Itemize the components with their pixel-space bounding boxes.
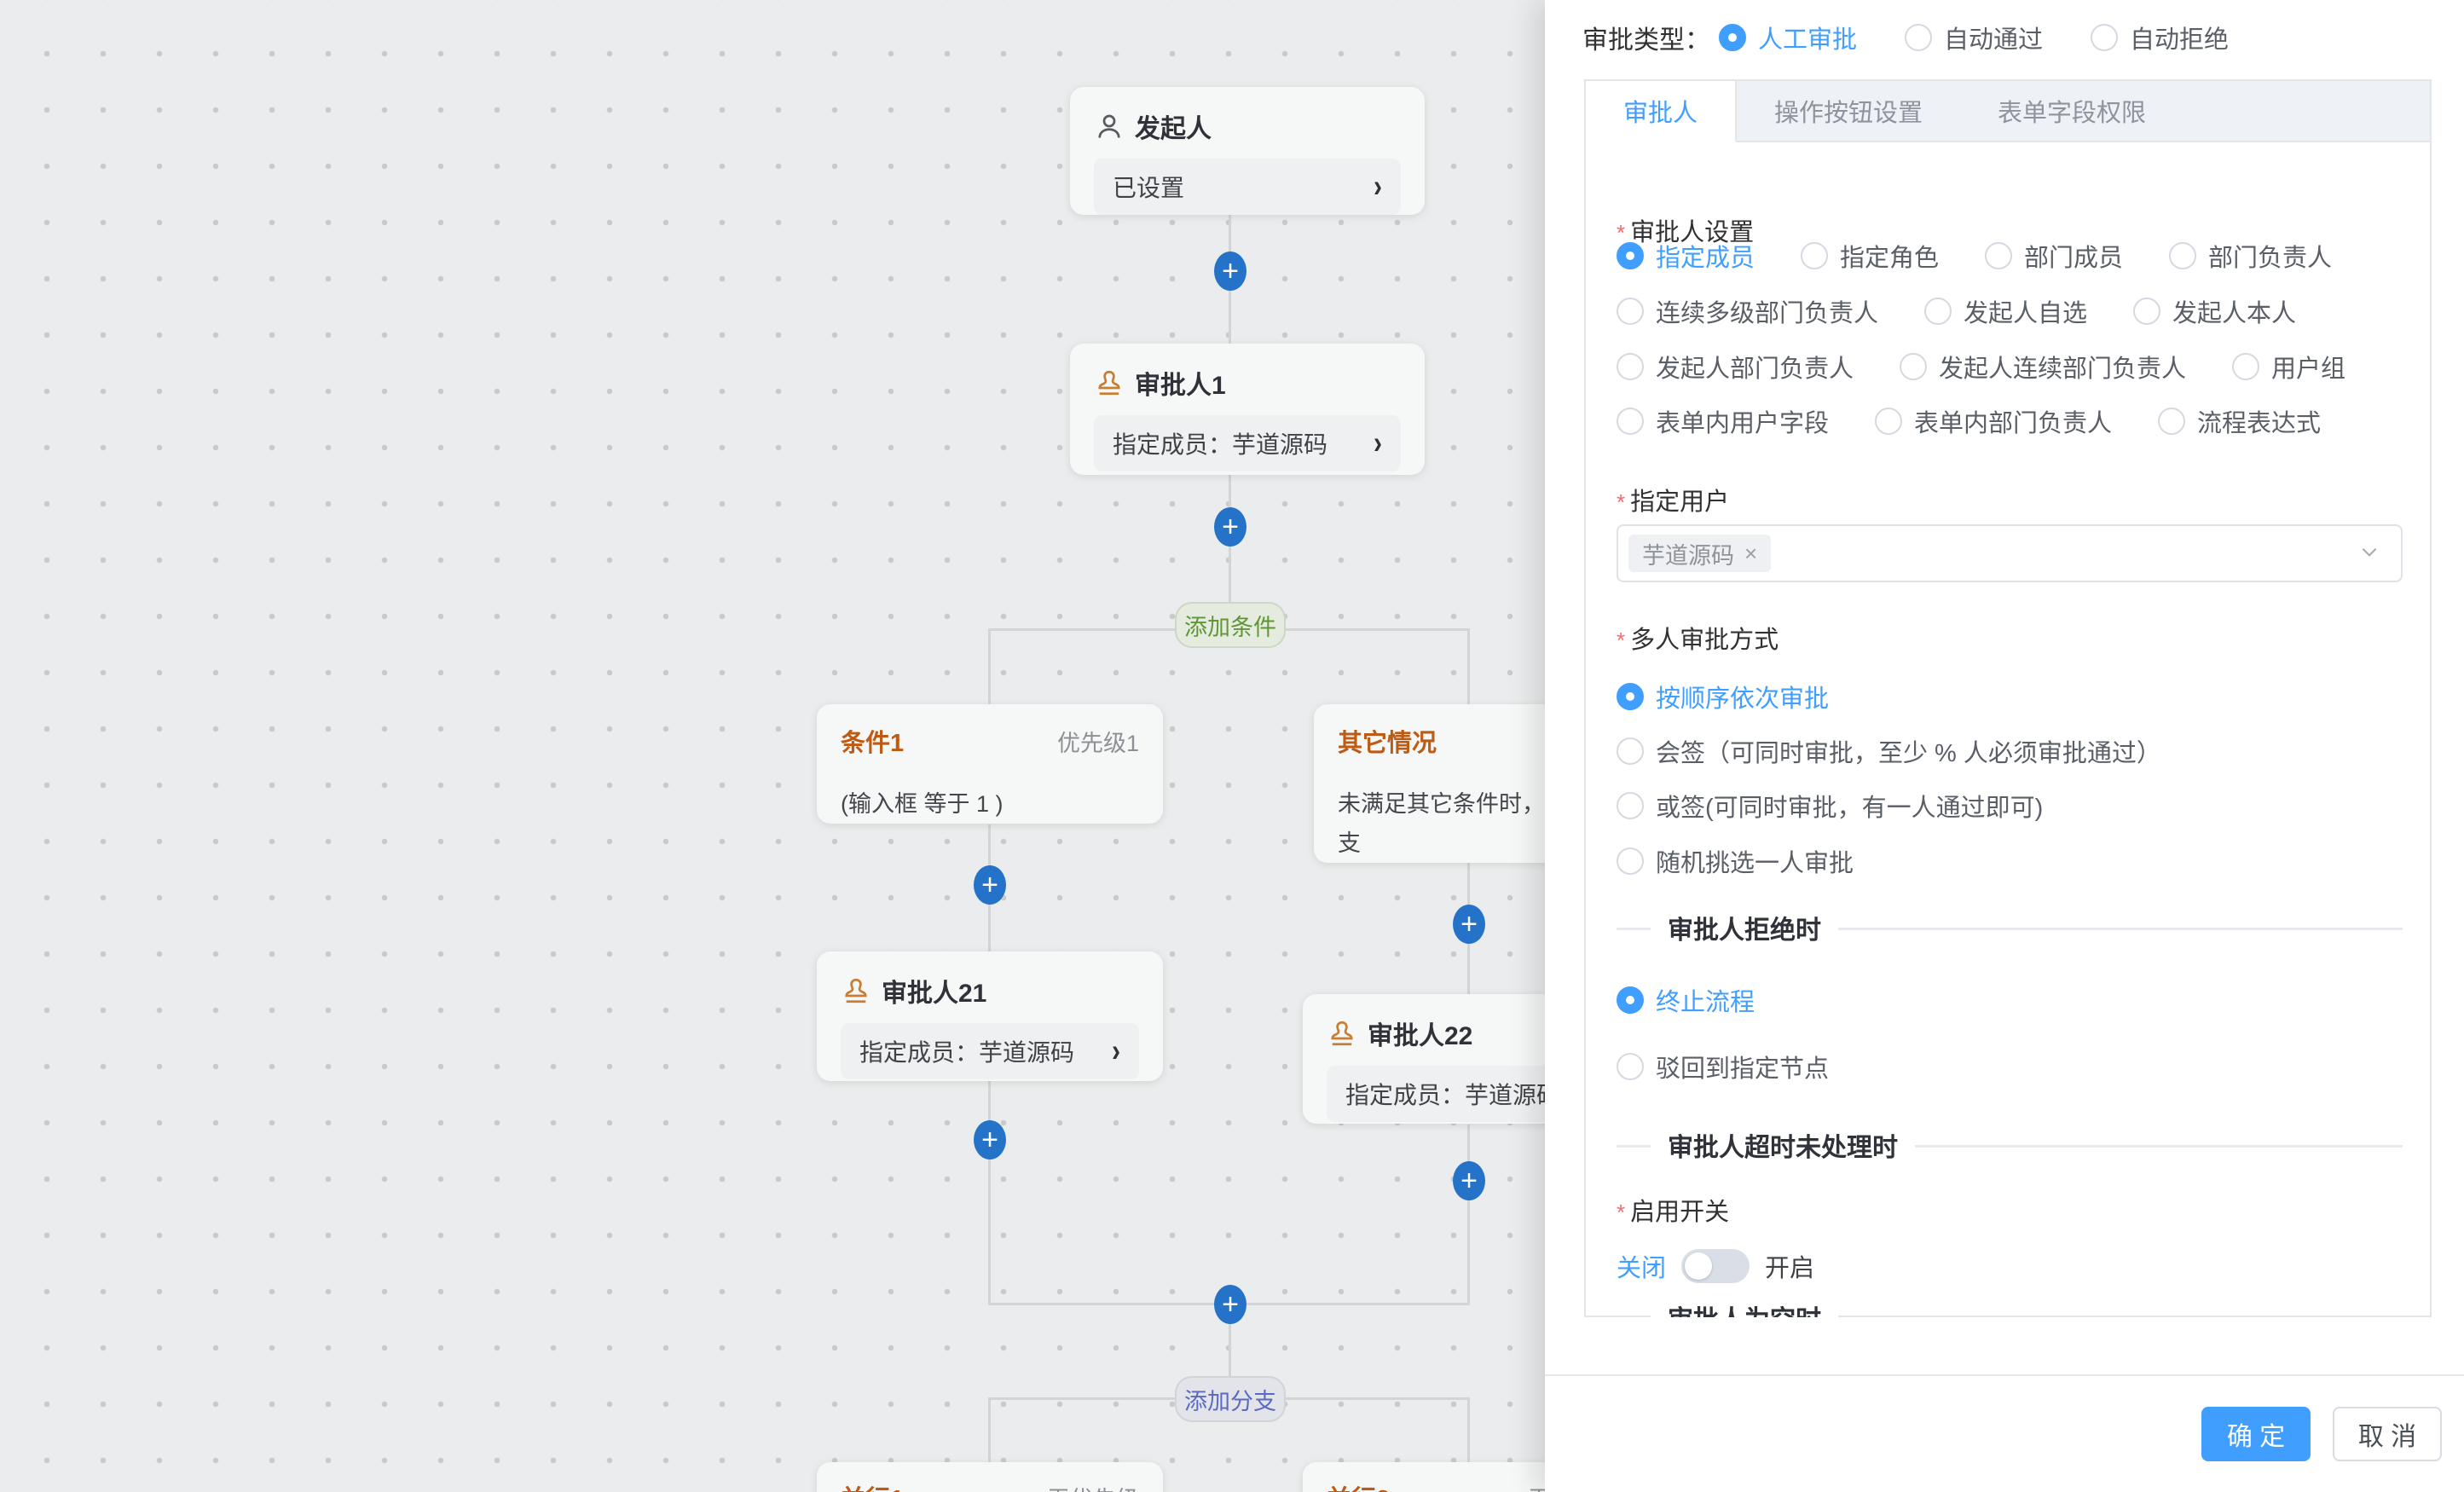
- timeout-section-divider: 审批人超时未处理时: [1617, 1145, 2403, 1148]
- parallel1-priority: 无优先级: [1047, 1481, 1139, 1492]
- user-icon: [1094, 111, 1125, 142]
- assigned-user-select[interactable]: 芋道源码 ×: [1617, 524, 2403, 582]
- multi-mode-label: *多人审批方式: [1617, 620, 1779, 656]
- condition1-expression: (输入框 等于 1 ): [841, 784, 1139, 824]
- add-node-button[interactable]: +: [1214, 1285, 1246, 1324]
- timeout-switch-row: 关闭 开启: [1617, 1248, 1814, 1284]
- chevron-right-icon: ›: [1374, 425, 1382, 462]
- cancel-button[interactable]: 取 消: [2333, 1407, 2442, 1461]
- settings-tab-card: 审批人 操作按钮设置 表单字段权限 *审批人设置 指定成员 指定角色: [1584, 79, 2432, 1317]
- switch-off-label: 关闭: [1617, 1248, 1666, 1284]
- tab-action-buttons[interactable]: 操作按钮设置: [1737, 81, 1960, 141]
- stamp-icon: [1094, 367, 1125, 398]
- connector-line: [988, 1080, 991, 1304]
- assigned-user-label: *指定用户: [1617, 482, 1729, 518]
- stamp-icon: [1327, 1018, 1357, 1049]
- approver-option-dept-leader[interactable]: 部门负责人: [2169, 238, 2332, 274]
- radio-icon[interactable]: [2091, 24, 2118, 51]
- timeout-section-title: 审批人超时未处理时: [1651, 1126, 1915, 1164]
- connector-line: [1467, 1125, 1470, 1304]
- chevron-down-icon: [2358, 541, 2380, 567]
- approver-options-row3: 发起人部门负责人 发起人连续部门负责人 用户组: [1617, 349, 2345, 385]
- add-branch-button[interactable]: 添加分支: [1175, 1376, 1286, 1422]
- connector-line: [1467, 628, 1470, 704]
- radio-icon[interactable]: [1719, 24, 1746, 51]
- user-tag: 芋道源码 ×: [1628, 535, 1771, 572]
- switch-on-label: 开启: [1765, 1248, 1814, 1284]
- approver-options-row2: 连续多级部门负责人 发起人自选 发起人本人: [1617, 293, 2296, 329]
- connector-line: [988, 628, 991, 704]
- tag-remove-icon[interactable]: ×: [1744, 541, 1757, 567]
- approver-settings-drawer: 审批类型： 人工审批 自动通过 自动拒绝 审批人 操作按钮设置 表单字段权限: [1545, 0, 2464, 1492]
- tab-form-field-permission[interactable]: 表单字段权限: [1960, 81, 2183, 141]
- condition1-priority: 优先级1: [1057, 725, 1139, 758]
- radio-icon[interactable]: [1905, 24, 1932, 51]
- tab-approver[interactable]: 审批人: [1586, 81, 1737, 142]
- connector-line: [988, 1397, 991, 1462]
- stamp-icon: [841, 975, 871, 1006]
- approver21-node-summary[interactable]: 指定成员：芋道源码 ›: [841, 1023, 1139, 1079]
- approver1-node-summary[interactable]: 指定成员：芋道源码 ›: [1094, 415, 1401, 471]
- reject-option-return-node[interactable]: 驳回到指定节点: [1617, 1049, 1829, 1084]
- chevron-right-icon: ›: [1112, 1033, 1120, 1070]
- workflow-designer: 发起人 已设置 › + 审批人1 指定成员：芋道源码 ›: [0, 0, 2464, 1492]
- approval-type-option-auto-pass[interactable]: 自动通过: [1905, 20, 2043, 55]
- approver-options-row1: 指定成员 指定角色 部门成员 部门负责人: [1617, 238, 2332, 274]
- start-node-summary[interactable]: 已设置 ›: [1094, 159, 1401, 215]
- reject-section-title: 审批人拒绝时: [1651, 909, 1838, 946]
- approver1-node-title: 审批人1: [1135, 364, 1226, 402]
- add-node-button[interactable]: +: [1214, 252, 1246, 291]
- condition-else-title: 其它情况: [1338, 723, 1437, 759]
- approval-type-option-auto-reject[interactable]: 自动拒绝: [2091, 20, 2229, 55]
- approval-type-row: 审批类型： 人工审批 自动通过 自动拒绝: [1582, 19, 2229, 56]
- condition1-node[interactable]: 条件1 优先级1 (输入框 等于 1 ): [817, 704, 1163, 824]
- approver-option-assigned-role[interactable]: 指定角色: [1801, 238, 1939, 274]
- multi-mode-option-all-sign[interactable]: 会签（可同时审批，至少 % 人必须审批通过）: [1617, 733, 2161, 769]
- approver-option-starter-dept-leader[interactable]: 发起人部门负责人: [1617, 349, 1854, 385]
- approver-option-starter-multi-dept-leader[interactable]: 发起人连续部门负责人: [1900, 349, 2186, 385]
- reject-option-terminate[interactable]: 终止流程: [1617, 982, 1755, 1018]
- add-node-button[interactable]: +: [1453, 905, 1485, 944]
- approver21-node-title: 审批人21: [882, 972, 986, 1009]
- chevron-right-icon: ›: [1374, 169, 1382, 205]
- parallel1-node[interactable]: 并行1 无优先级: [817, 1462, 1163, 1492]
- enable-switch-label: *启用开关: [1617, 1192, 1729, 1228]
- parallel2-title: 并行2: [1327, 1479, 1390, 1492]
- approver-options-row4: 表单内用户字段 表单内部门负责人 流程表达式: [1617, 403, 2321, 439]
- add-node-button[interactable]: +: [974, 865, 1006, 905]
- multi-mode-option-sequential[interactable]: 按顺序依次审批: [1617, 679, 1829, 714]
- approver-option-form-user-field[interactable]: 表单内用户字段: [1617, 403, 1829, 439]
- tab-header: 审批人 操作按钮设置 表单字段权限: [1586, 81, 2430, 142]
- approver-option-user-group[interactable]: 用户组: [2232, 349, 2345, 385]
- condition1-title: 条件1: [841, 723, 904, 759]
- approver1-node[interactable]: 审批人1 指定成员：芋道源码 ›: [1070, 344, 1425, 475]
- parallel1-title: 并行1: [841, 1479, 904, 1492]
- add-node-button[interactable]: +: [1214, 507, 1246, 546]
- approval-type-label: 审批类型：: [1582, 19, 1710, 56]
- approver-option-assigned-member[interactable]: 指定成员: [1617, 238, 1755, 274]
- timeout-toggle[interactable]: [1681, 1249, 1750, 1283]
- add-condition-button[interactable]: 添加条件: [1175, 602, 1286, 648]
- confirm-button[interactable]: 确 定: [2201, 1407, 2311, 1461]
- approver-option-multi-level-dept-leader[interactable]: 连续多级部门负责人: [1617, 293, 1878, 329]
- start-node-title: 发起人: [1135, 107, 1212, 145]
- approver-option-dept-member[interactable]: 部门成员: [1985, 238, 2123, 274]
- approver-option-starter-self[interactable]: 发起人本人: [2133, 293, 2296, 329]
- approver21-node[interactable]: 审批人21 指定成员：芋道源码 ›: [817, 951, 1163, 1081]
- add-node-button[interactable]: +: [974, 1120, 1006, 1159]
- connector-line: [1467, 1397, 1470, 1462]
- add-node-button[interactable]: +: [1453, 1161, 1485, 1200]
- approval-type-option-manual[interactable]: 人工审批: [1719, 20, 1857, 55]
- tab-body: *审批人设置 指定成员 指定角色 部门成员 部门负责人: [1586, 142, 2430, 1317]
- approver-option-form-dept-leader[interactable]: 表单内部门负责人: [1875, 403, 2112, 439]
- multi-mode-option-or-sign[interactable]: 或签(可同时审批，有一人通过即可): [1617, 788, 2043, 824]
- approver22-node-title: 审批人22: [1368, 1015, 1472, 1052]
- empty-section-title: 审批人为空时: [1651, 1298, 1838, 1317]
- approver-option-process-expression[interactable]: 流程表达式: [2158, 403, 2321, 439]
- start-node[interactable]: 发起人 已设置 ›: [1070, 87, 1425, 215]
- approver-option-starter-select[interactable]: 发起人自选: [1924, 293, 2087, 329]
- multi-mode-option-random-one[interactable]: 随机挑选一人审批: [1617, 843, 1854, 879]
- drawer-footer: 确 定 取 消: [1545, 1374, 2464, 1492]
- reject-section-divider: 审批人拒绝时: [1617, 928, 2403, 930]
